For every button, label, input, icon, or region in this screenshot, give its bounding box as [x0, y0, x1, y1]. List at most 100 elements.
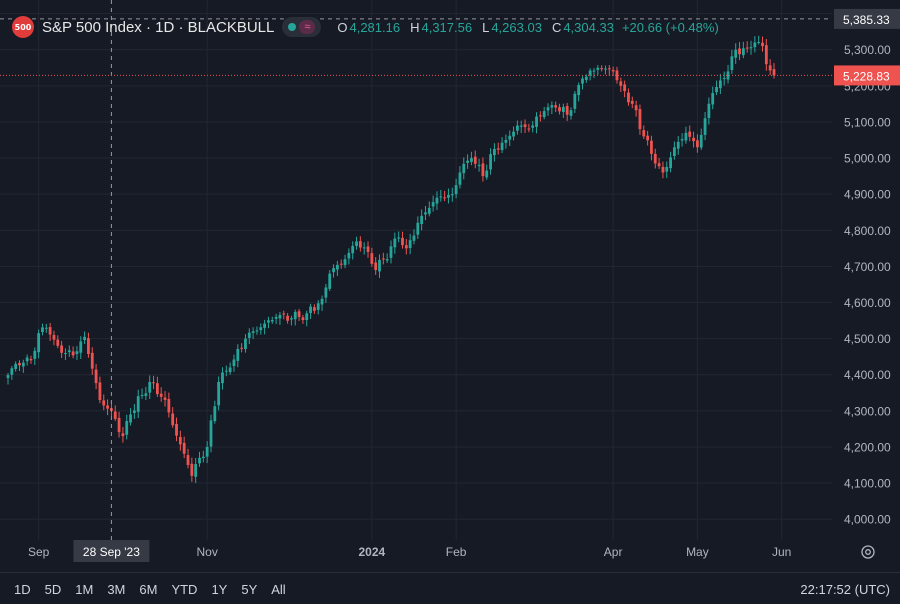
candle-body — [753, 42, 757, 48]
candle-body — [515, 125, 519, 131]
candle-body — [305, 313, 309, 320]
range-button-5d[interactable]: 5D — [45, 582, 62, 597]
y-tick-label: 5,300.00 — [844, 43, 891, 57]
candle-body — [508, 135, 512, 140]
candle-body — [385, 259, 389, 261]
candle-body — [630, 100, 634, 104]
price-chart[interactable]: 4,000.00 4,100.00 4,200.00 4,300.00 4,400.00… — [0, 0, 900, 603]
candle-body — [393, 238, 397, 248]
candle-body — [102, 400, 106, 406]
candle-body — [182, 442, 186, 454]
x-tick-label: Sep — [28, 545, 50, 559]
wave-icon: ≈ — [299, 20, 316, 34]
candle-body — [466, 160, 469, 163]
y-tick-label: 5,100.00 — [844, 115, 891, 129]
range-button-1d[interactable]: 1D — [14, 582, 31, 597]
candle-body — [79, 341, 83, 353]
candle-body — [581, 78, 584, 84]
close-label: C — [551, 19, 562, 35]
candle-body — [290, 318, 293, 320]
candle-body — [489, 154, 492, 170]
candle-body — [313, 307, 316, 311]
symbol-logo[interactable]: 500 — [12, 16, 34, 38]
ohlc-values: O 4,281.16 H 4,317.56 L 4,263.03 C 4,304.33 … — [329, 20, 718, 35]
candle-body — [240, 347, 244, 349]
candle-body — [297, 311, 301, 317]
candle-body — [477, 164, 481, 166]
chart-settings-icon[interactable] — [860, 544, 876, 560]
candle-body — [209, 420, 213, 447]
price-axis: 4,000.00 4,100.00 4,200.00 4,300.00 4,400.00… — [832, 0, 900, 540]
candle-body — [772, 69, 776, 76]
candle-body — [623, 84, 627, 92]
candle-body — [397, 237, 401, 239]
candle-body — [366, 246, 370, 252]
candle-body — [642, 130, 646, 137]
candle-body — [500, 142, 504, 151]
market-status-pill[interactable]: ≈ — [282, 17, 322, 37]
candle-body — [198, 457, 201, 464]
candle-body — [251, 331, 255, 334]
candle-body — [538, 115, 542, 117]
candle-body — [741, 48, 745, 56]
range-button-5y[interactable]: 5Y — [241, 582, 257, 597]
open-value: 4,281.16 — [349, 19, 401, 35]
y-tick-label: 4,500.00 — [844, 332, 891, 346]
candle-body — [692, 137, 695, 142]
chart-overlays — [0, 0, 832, 540]
x-tick-label: 2024 — [358, 545, 385, 559]
candle-body — [757, 42, 761, 44]
y-tick-label: 4,700.00 — [844, 260, 891, 274]
candle-body — [416, 222, 420, 235]
range-button-1m[interactable]: 1M — [75, 582, 93, 597]
candle-body — [673, 147, 676, 157]
candle-body — [44, 327, 48, 329]
candle-body — [588, 70, 592, 76]
candle-body — [722, 78, 726, 80]
candle-body — [401, 237, 404, 246]
candle-body — [155, 383, 159, 395]
range-button-3m[interactable]: 3M — [107, 582, 125, 597]
candle-body — [60, 345, 64, 353]
chart-grid — [0, 0, 832, 540]
candle-body — [420, 215, 424, 224]
range-button-1y[interactable]: 1Y — [211, 582, 227, 597]
candle-body — [190, 463, 194, 476]
candle-body — [221, 372, 224, 384]
candle-body — [178, 437, 182, 445]
candle-body — [381, 258, 385, 260]
candle-body — [408, 240, 412, 248]
candle-body — [293, 311, 297, 320]
symbol-title[interactable]: S&P 500 Index · 1D · BLACKBULL — [42, 19, 274, 36]
candle-body — [21, 362, 25, 367]
candle-body — [412, 235, 416, 241]
candle-body — [569, 110, 573, 116]
low-label: L — [482, 19, 490, 35]
candle-body — [718, 80, 722, 89]
range-button-6m[interactable]: 6M — [139, 582, 157, 597]
range-button-ytd[interactable]: YTD — [171, 582, 197, 597]
candle-body — [638, 109, 642, 130]
candle-body — [56, 339, 60, 346]
candle-body — [761, 42, 764, 47]
candle-body — [653, 153, 657, 164]
candle-body — [217, 381, 221, 406]
candle-body — [619, 81, 623, 86]
utc-clock[interactable]: 22:17:52 (UTC) — [800, 582, 890, 597]
candle-body — [129, 414, 132, 423]
candle-body — [175, 423, 178, 436]
candle-body — [90, 352, 94, 369]
candle-body — [565, 105, 569, 115]
crosshair-price-label: 5,385.33 — [843, 13, 890, 27]
candle-body — [358, 241, 362, 248]
candle-body — [764, 45, 768, 65]
candle-body — [247, 332, 251, 338]
candle-body — [48, 327, 52, 335]
candle-body — [496, 148, 500, 150]
range-button-all[interactable]: All — [271, 582, 285, 597]
candlestick-series — [6, 35, 776, 483]
candle-body — [707, 103, 711, 119]
candle-body — [259, 327, 263, 331]
candle-body — [745, 47, 749, 49]
candle-body — [236, 348, 240, 361]
